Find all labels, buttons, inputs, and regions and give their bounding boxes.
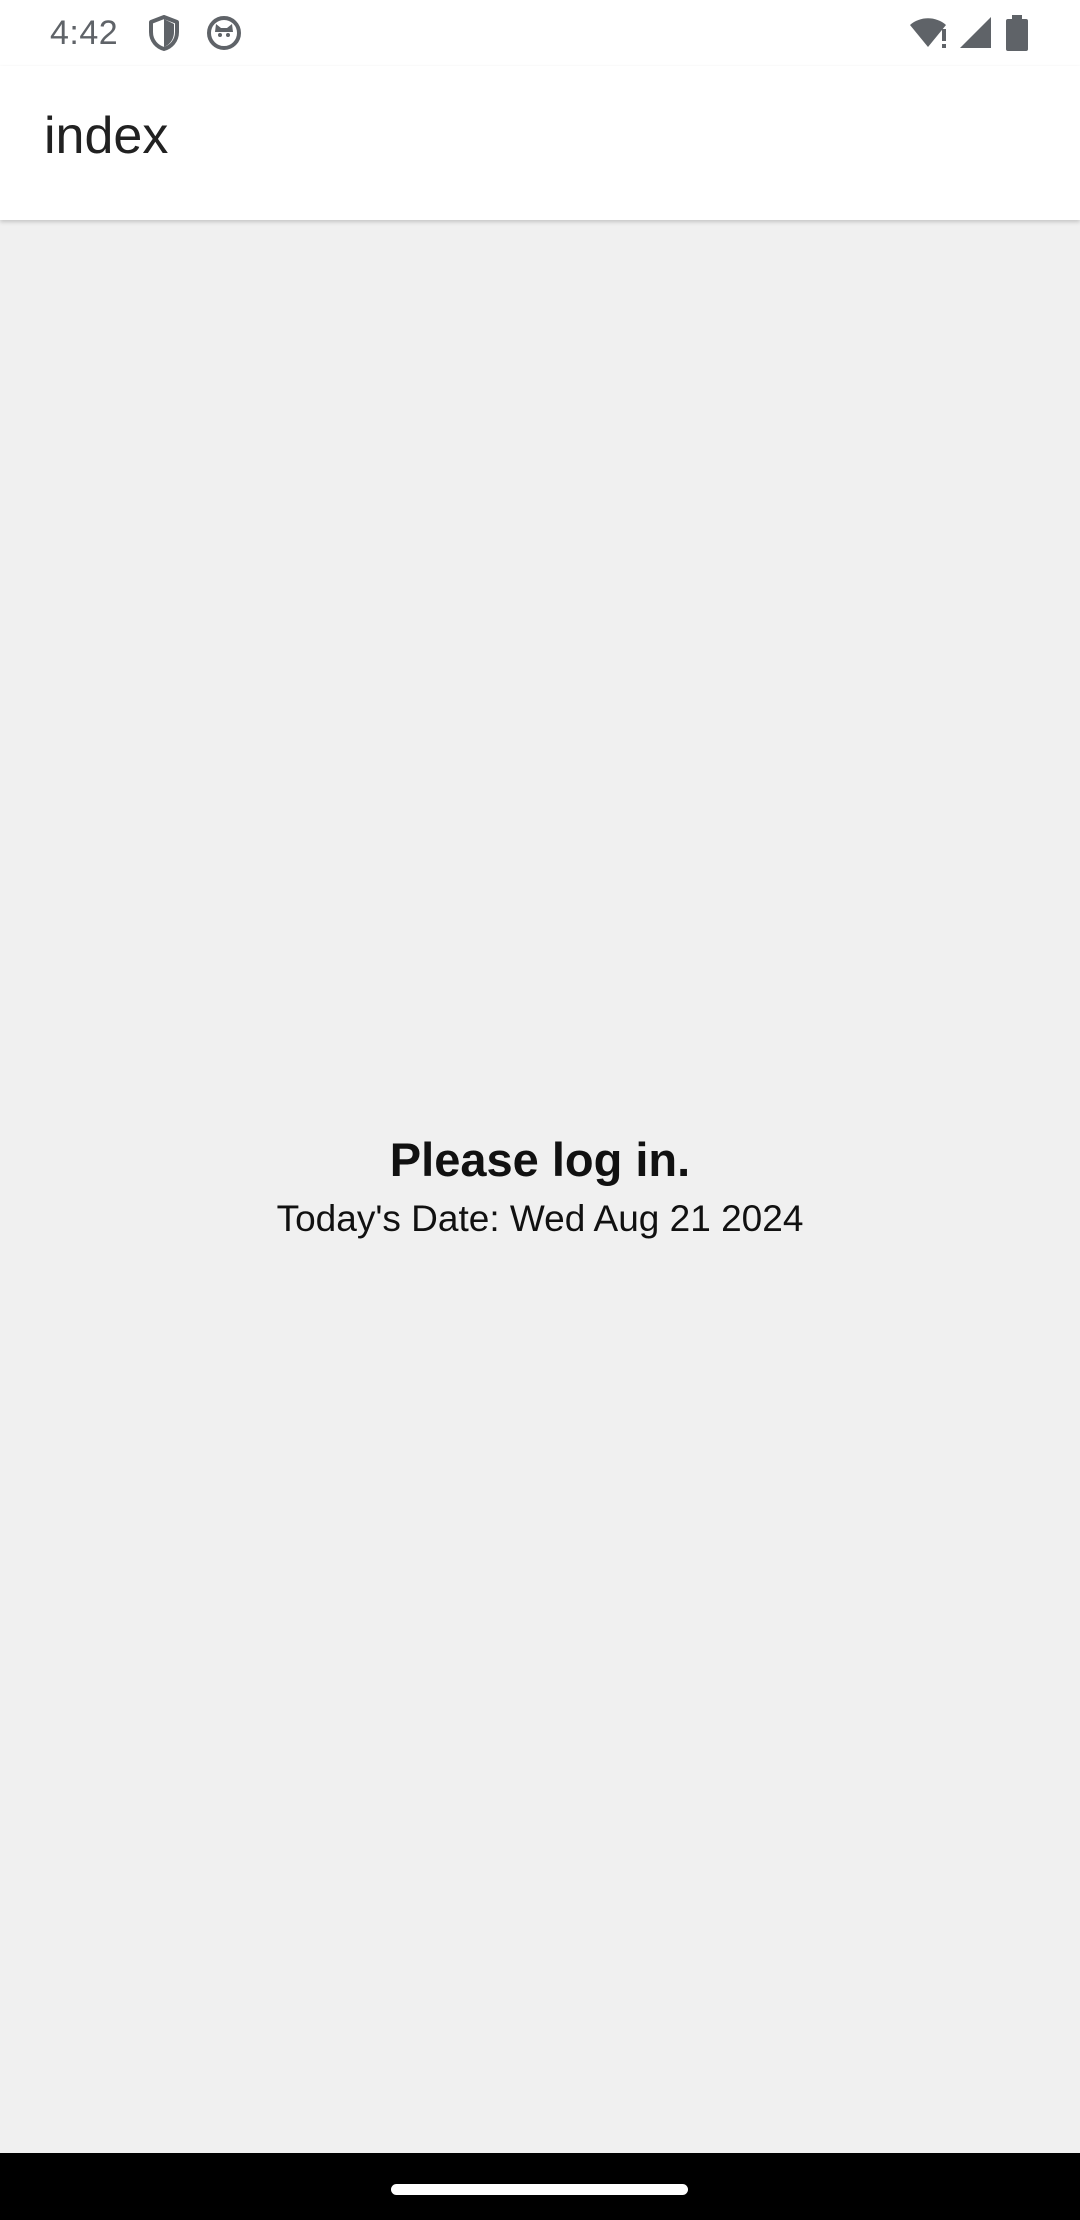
wifi-alert-icon	[908, 15, 950, 51]
home-handle[interactable]	[391, 2184, 688, 2195]
status-time: 4:42	[50, 13, 119, 52]
date-line: Today's Date: Wed Aug 21 2024	[0, 1194, 1080, 1244]
date-label: Today's Date:	[276, 1198, 500, 1239]
login-message: Please log in. Today's Date: Wed Aug 21 …	[0, 1132, 1080, 1244]
cell-signal-icon	[958, 15, 994, 51]
navigation-bar	[0, 2153, 1080, 2220]
shield-icon	[148, 15, 180, 51]
status-right-icons	[908, 14, 1032, 52]
cat-face-icon	[206, 15, 242, 51]
date-value: Wed Aug 21 2024	[509, 1198, 804, 1239]
battery-icon	[1002, 14, 1032, 52]
page-title: index	[44, 107, 169, 165]
app-bar: index	[0, 66, 1080, 220]
status-bar: 4:42	[0, 0, 1080, 66]
screen: 4:42 index Please log in. Today's Date: …	[0, 0, 1080, 2220]
login-heading: Please log in.	[389, 1133, 691, 1186]
main-content: Please log in. Today's Date: Wed Aug 21 …	[0, 220, 1080, 2153]
status-left-icons	[148, 15, 242, 51]
